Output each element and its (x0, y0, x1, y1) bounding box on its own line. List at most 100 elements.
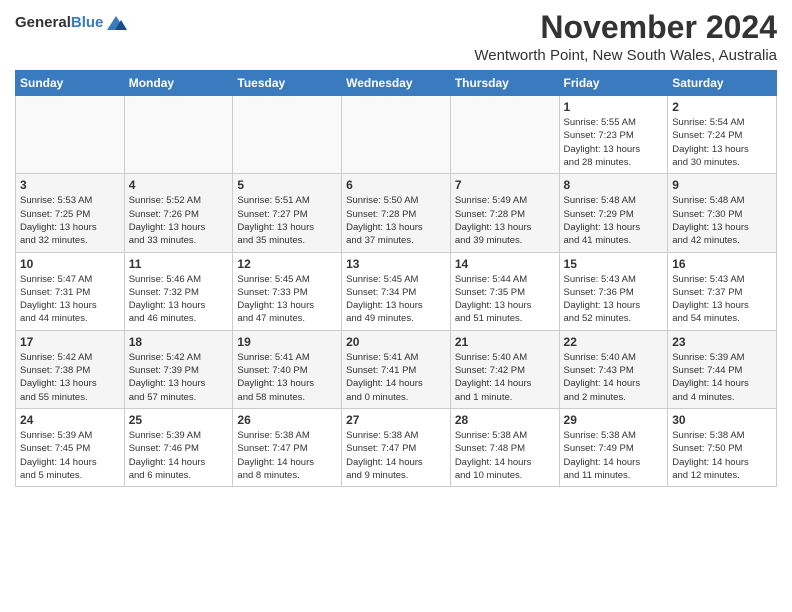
day-info: Sunrise: 5:48 AM Sunset: 7:29 PM Dayligh… (564, 194, 664, 247)
calendar-cell (233, 96, 342, 174)
day-number: 17 (20, 335, 120, 349)
calendar-cell (16, 96, 125, 174)
day-number: 11 (129, 257, 229, 271)
week-row-2: 3Sunrise: 5:53 AM Sunset: 7:25 PM Daylig… (16, 174, 777, 252)
header: GeneralBlue November 2024 Wentworth Poin… (15, 10, 777, 64)
day-info: Sunrise: 5:42 AM Sunset: 7:38 PM Dayligh… (20, 351, 120, 404)
day-info: Sunrise: 5:39 AM Sunset: 7:45 PM Dayligh… (20, 429, 120, 482)
day-number: 16 (672, 257, 772, 271)
calendar-cell: 5 Sunrise: 5:51 AM Sunset: 7:27 PM Daylig… (233, 174, 342, 252)
day-info: Sunrise: 5:47 AM Sunset: 7:31 PM Dayligh… (20, 273, 120, 326)
day-info: Sunrise: 5:50 AM Sunset: 7:28 PM Dayligh… (346, 194, 446, 247)
day-number: 21 (455, 335, 555, 349)
day-info: Sunrise: 5:43 AM Sunset: 7:37 PM Dayligh… (672, 273, 772, 326)
day-header-tuesday: Tuesday (233, 71, 342, 96)
day-number: 22 (564, 335, 664, 349)
day-info: Sunrise: 5:44 AM Sunset: 7:35 PM Dayligh… (455, 273, 555, 326)
calendar-cell: 29 Sunrise: 5:38 AM Sunset: 7:49 PM Dayli… (559, 408, 668, 486)
calendar-cell: 24 Sunrise: 5:39 AM Sunset: 7:45 PM Dayli… (16, 408, 125, 486)
calendar-cell: 3Sunrise: 5:53 AM Sunset: 7:25 PM Daylig… (16, 174, 125, 252)
calendar-cell: 6Sunrise: 5:50 AM Sunset: 7:28 PM Daylig… (342, 174, 451, 252)
calendar-cell: 21 Sunrise: 5:40 AM Sunset: 7:42 PM Dayli… (450, 330, 559, 408)
day-info: Sunrise: 5:53 AM Sunset: 7:25 PM Dayligh… (20, 194, 120, 247)
day-info: Sunrise: 5:49 AM Sunset: 7:28 PM Dayligh… (455, 194, 555, 247)
day-number: 8 (564, 178, 664, 192)
day-number: 9 (672, 178, 772, 192)
day-info: Sunrise: 5:38 AM Sunset: 7:49 PM Dayligh… (564, 429, 664, 482)
day-number: 10 (20, 257, 120, 271)
week-row-5: 24 Sunrise: 5:39 AM Sunset: 7:45 PM Dayli… (16, 408, 777, 486)
day-number: 15 (564, 257, 664, 271)
logo-general: GeneralBlue (15, 14, 103, 32)
day-info: Sunrise: 5:41 AM Sunset: 7:40 PM Dayligh… (237, 351, 337, 404)
day-number: 24 (20, 413, 120, 427)
location-title: Wentworth Point, New South Wales, Austra… (474, 47, 777, 64)
day-header-monday: Monday (124, 71, 233, 96)
day-header-saturday: Saturday (668, 71, 777, 96)
day-info: Sunrise: 5:46 AM Sunset: 7:32 PM Dayligh… (129, 273, 229, 326)
calendar-cell: 20Sunrise: 5:41 AM Sunset: 7:41 PM Dayli… (342, 330, 451, 408)
calendar-cell: 7Sunrise: 5:49 AM Sunset: 7:28 PM Daylig… (450, 174, 559, 252)
calendar-cell: 28Sunrise: 5:38 AM Sunset: 7:48 PM Dayli… (450, 408, 559, 486)
day-header-sunday: Sunday (16, 71, 125, 96)
calendar-cell: 13 Sunrise: 5:45 AM Sunset: 7:34 PM Dayli… (342, 252, 451, 330)
calendar-body: 1 Sunrise: 5:55 AM Sunset: 7:23 PM Daylig… (16, 96, 777, 487)
calendar-cell: 25Sunrise: 5:39 AM Sunset: 7:46 PM Dayli… (124, 408, 233, 486)
day-info: Sunrise: 5:40 AM Sunset: 7:42 PM Dayligh… (455, 351, 555, 404)
day-header-friday: Friday (559, 71, 668, 96)
logo-content: GeneralBlue (15, 14, 127, 32)
title-area: November 2024 Wentworth Point, New South… (474, 10, 777, 64)
day-number: 28 (455, 413, 555, 427)
day-number: 26 (237, 413, 337, 427)
calendar-cell: 18Sunrise: 5:42 AM Sunset: 7:39 PM Dayli… (124, 330, 233, 408)
calendar-cell: 4 Sunrise: 5:52 AM Sunset: 7:26 PM Daylig… (124, 174, 233, 252)
day-number: 27 (346, 413, 446, 427)
logo-icon (105, 14, 127, 32)
calendar-cell: 8 Sunrise: 5:48 AM Sunset: 7:29 PM Daylig… (559, 174, 668, 252)
day-info: Sunrise: 5:52 AM Sunset: 7:26 PM Dayligh… (129, 194, 229, 247)
calendar-cell: 22Sunrise: 5:40 AM Sunset: 7:43 PM Dayli… (559, 330, 668, 408)
day-info: Sunrise: 5:39 AM Sunset: 7:46 PM Dayligh… (129, 429, 229, 482)
day-info: Sunrise: 5:39 AM Sunset: 7:44 PM Dayligh… (672, 351, 772, 404)
week-row-4: 17 Sunrise: 5:42 AM Sunset: 7:38 PM Dayli… (16, 330, 777, 408)
day-info: Sunrise: 5:41 AM Sunset: 7:41 PM Dayligh… (346, 351, 446, 404)
day-number: 18 (129, 335, 229, 349)
day-info: Sunrise: 5:48 AM Sunset: 7:30 PM Dayligh… (672, 194, 772, 247)
day-number: 14 (455, 257, 555, 271)
calendar-cell: 9 Sunrise: 5:48 AM Sunset: 7:30 PM Daylig… (668, 174, 777, 252)
day-info: Sunrise: 5:45 AM Sunset: 7:34 PM Dayligh… (346, 273, 446, 326)
day-header-thursday: Thursday (450, 71, 559, 96)
day-number: 5 (237, 178, 337, 192)
calendar-cell: 10 Sunrise: 5:47 AM Sunset: 7:31 PM Dayli… (16, 252, 125, 330)
day-number: 19 (237, 335, 337, 349)
week-row-1: 1 Sunrise: 5:55 AM Sunset: 7:23 PM Daylig… (16, 96, 777, 174)
day-number: 2 (672, 100, 772, 114)
day-info: Sunrise: 5:51 AM Sunset: 7:27 PM Dayligh… (237, 194, 337, 247)
day-info: Sunrise: 5:43 AM Sunset: 7:36 PM Dayligh… (564, 273, 664, 326)
day-info: Sunrise: 5:54 AM Sunset: 7:24 PM Dayligh… (672, 116, 772, 169)
calendar-cell: 11 Sunrise: 5:46 AM Sunset: 7:32 PM Dayli… (124, 252, 233, 330)
day-number: 23 (672, 335, 772, 349)
calendar-table: SundayMondayTuesdayWednesdayThursdayFrid… (15, 70, 777, 487)
calendar-header: SundayMondayTuesdayWednesdayThursdayFrid… (16, 71, 777, 96)
day-info: Sunrise: 5:38 AM Sunset: 7:47 PM Dayligh… (237, 429, 337, 482)
day-number: 4 (129, 178, 229, 192)
day-number: 13 (346, 257, 446, 271)
calendar-cell (342, 96, 451, 174)
day-number: 1 (564, 100, 664, 114)
calendar-cell: 12 Sunrise: 5:45 AM Sunset: 7:33 PM Dayli… (233, 252, 342, 330)
calendar-cell: 15 Sunrise: 5:43 AM Sunset: 7:36 PM Dayli… (559, 252, 668, 330)
calendar-cell: 16 Sunrise: 5:43 AM Sunset: 7:37 PM Dayli… (668, 252, 777, 330)
calendar-cell: 2 Sunrise: 5:54 AM Sunset: 7:24 PM Daylig… (668, 96, 777, 174)
logo: GeneralBlue (15, 10, 127, 32)
calendar-cell (450, 96, 559, 174)
calendar-cell: 27 Sunrise: 5:38 AM Sunset: 7:47 PM Dayli… (342, 408, 451, 486)
day-info: Sunrise: 5:45 AM Sunset: 7:33 PM Dayligh… (237, 273, 337, 326)
day-number: 12 (237, 257, 337, 271)
day-info: Sunrise: 5:38 AM Sunset: 7:47 PM Dayligh… (346, 429, 446, 482)
day-number: 29 (564, 413, 664, 427)
calendar-cell: 14 Sunrise: 5:44 AM Sunset: 7:35 PM Dayli… (450, 252, 559, 330)
day-number: 30 (672, 413, 772, 427)
day-info: Sunrise: 5:55 AM Sunset: 7:23 PM Dayligh… (564, 116, 664, 169)
calendar-cell: 30Sunrise: 5:38 AM Sunset: 7:50 PM Dayli… (668, 408, 777, 486)
